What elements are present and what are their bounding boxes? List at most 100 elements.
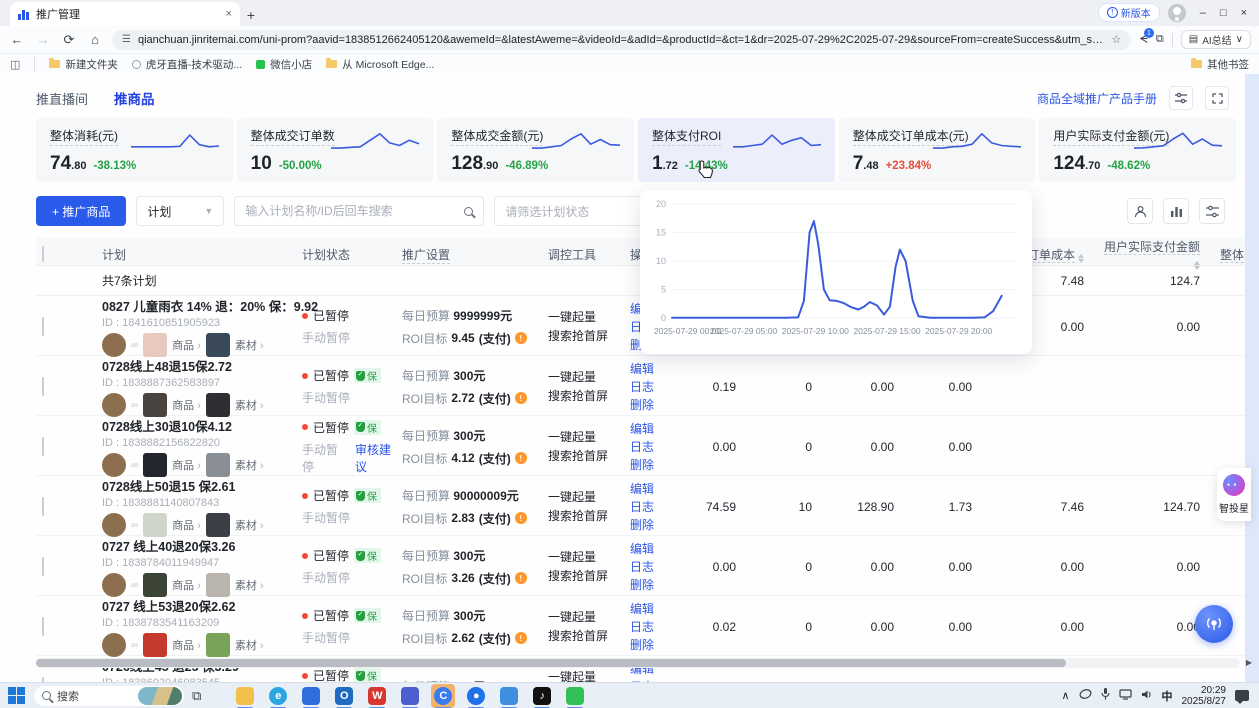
material-link[interactable]: 素材 › bbox=[235, 637, 264, 653]
edit-link[interactable]: 编辑 bbox=[630, 600, 674, 618]
one-key-boost-link[interactable]: 一键起量 bbox=[548, 428, 630, 447]
log-link[interactable]: 日志 bbox=[630, 558, 674, 576]
maximize-button[interactable]: □ bbox=[1220, 7, 1227, 19]
notification-icon[interactable] bbox=[1235, 690, 1249, 701]
other-bookmarks[interactable]: 其他书签 bbox=[1191, 57, 1249, 72]
side-panel-icon[interactable]: ◫ bbox=[10, 58, 20, 71]
one-key-boost-link[interactable]: 一键起量 bbox=[548, 608, 630, 627]
stat-card[interactable]: 整体支付ROI 1.72 -14.43% bbox=[638, 118, 835, 182]
browser-tab[interactable]: 推广管理 × bbox=[10, 2, 240, 26]
product-thumbnail[interactable] bbox=[143, 633, 167, 657]
taskbar-app-app-mobile[interactable] bbox=[497, 684, 521, 708]
taskbar-app-douyin[interactable]: ♪ bbox=[530, 684, 554, 708]
scrollbar-thumb[interactable] bbox=[36, 659, 1066, 667]
material-thumbnail[interactable] bbox=[206, 333, 230, 357]
bookmark-item[interactable]: 新建文件夹 bbox=[49, 57, 118, 72]
forward-icon[interactable]: → bbox=[34, 32, 52, 47]
row-checkbox[interactable] bbox=[42, 617, 44, 636]
home-icon[interactable]: ⌂ bbox=[86, 32, 104, 47]
material-link[interactable]: 素材 › bbox=[235, 337, 264, 353]
delete-link[interactable]: 删除 bbox=[630, 516, 674, 534]
material-link[interactable]: 素材 › bbox=[235, 397, 264, 413]
stat-card[interactable]: 用户实际支付金额(元) 124.70 -48.62% bbox=[1039, 118, 1236, 182]
bookmark-star-icon[interactable]: ☆ bbox=[1111, 33, 1121, 46]
network-icon[interactable] bbox=[1119, 689, 1132, 703]
cast-icon[interactable]: ᗕ1 bbox=[1139, 32, 1148, 47]
taskbar-app-outlook[interactable]: O bbox=[332, 684, 356, 708]
bookmark-item[interactable]: 微信小店 bbox=[256, 57, 312, 72]
material-thumbnail[interactable] bbox=[206, 573, 230, 597]
taskbar-search[interactable]: 搜索 bbox=[34, 686, 184, 706]
taskbar-clock[interactable]: 20:292025/8/27 bbox=[1182, 685, 1227, 707]
material-link[interactable]: 素材 › bbox=[235, 577, 264, 593]
manual-link[interactable]: 商品全域推广产品手册 bbox=[1037, 90, 1157, 107]
taskbar-app-app-circle-blue[interactable]: ● bbox=[464, 684, 488, 708]
sort-icon[interactable] bbox=[1194, 261, 1200, 270]
edit-link[interactable]: 编辑 bbox=[630, 360, 674, 378]
one-key-boost-link[interactable]: 一键起量 bbox=[548, 368, 630, 387]
bookmark-item[interactable]: 从 Microsoft Edge... bbox=[326, 57, 434, 72]
promote-product-button[interactable]: + 推广商品 bbox=[36, 196, 126, 226]
tab-live-room[interactable]: 推直播间 bbox=[36, 89, 88, 108]
material-link[interactable]: 素材 › bbox=[235, 517, 264, 533]
product-thumbnail[interactable] bbox=[143, 573, 167, 597]
audience-button[interactable] bbox=[1127, 198, 1153, 224]
plan-title[interactable]: 0727 线上53退20保2.62 bbox=[102, 596, 302, 615]
taskbar-app-wechat[interactable] bbox=[563, 684, 587, 708]
search-top-link[interactable]: 搜索抢首屏 bbox=[548, 327, 630, 346]
delete-link[interactable]: 删除 bbox=[630, 576, 674, 594]
product-thumbnail[interactable] bbox=[143, 333, 167, 357]
col-metric[interactable]: 用户实际支付金额 bbox=[1102, 238, 1218, 270]
row-checkbox[interactable] bbox=[42, 557, 44, 576]
taskbar-app-edge-browser[interactable]: e bbox=[266, 684, 290, 708]
extensions-icon[interactable]: ⧉ bbox=[1156, 33, 1164, 46]
support-float-button[interactable] bbox=[1195, 605, 1233, 643]
product-thumbnail[interactable] bbox=[143, 453, 167, 477]
stat-card[interactable]: 整体成交订单成本(元) 7.48 +23.84% bbox=[839, 118, 1036, 182]
profile-avatar[interactable] bbox=[1168, 4, 1186, 22]
product-thumbnail[interactable] bbox=[143, 513, 167, 537]
plan-search-input[interactable] bbox=[245, 204, 456, 218]
material-thumbnail[interactable] bbox=[206, 513, 230, 537]
search-top-link[interactable]: 搜索抢首屏 bbox=[548, 387, 630, 406]
plan-title[interactable]: 0728线上48退15保2.72 bbox=[102, 356, 302, 375]
material-thumbnail[interactable] bbox=[206, 453, 230, 477]
plan-title[interactable]: 0728线上50退15 保2.61 bbox=[102, 476, 302, 495]
layout-settings-button[interactable] bbox=[1169, 86, 1193, 110]
site-settings-icon[interactable]: ☰ bbox=[122, 34, 131, 45]
plan-title[interactable]: 0727 线上40退20保3.26 bbox=[102, 536, 302, 555]
horizontal-scrollbar[interactable]: ▶ bbox=[36, 658, 1240, 668]
taskbar-app-wps-office[interactable]: W bbox=[365, 684, 389, 708]
plan-title[interactable]: 0827 儿童雨衣 14% 退：20% 保：9.92 bbox=[102, 296, 302, 315]
material-link[interactable]: 素材 › bbox=[235, 457, 264, 473]
product-link[interactable]: 商品 › bbox=[172, 517, 201, 533]
row-checkbox[interactable] bbox=[42, 437, 44, 456]
url-input[interactable]: ☰ qianchuan.jinritemai.com/uni-prom?aavi… bbox=[112, 30, 1131, 50]
taskbar-app-app-blue[interactable] bbox=[398, 684, 422, 708]
start-button[interactable] bbox=[6, 686, 26, 706]
search-icon[interactable] bbox=[464, 207, 473, 216]
ime-indicator[interactable]: 中 bbox=[1162, 688, 1173, 704]
log-link[interactable]: 日志 bbox=[630, 498, 674, 516]
material-thumbnail[interactable] bbox=[206, 393, 230, 417]
delete-link[interactable]: 删除 bbox=[630, 636, 674, 654]
row-checkbox[interactable] bbox=[42, 677, 44, 683]
ai-summary-chip[interactable]: ▤AI总结∨ bbox=[1181, 30, 1251, 49]
tray-expand-icon[interactable]: ∧ bbox=[1061, 689, 1069, 702]
stat-card[interactable]: 整体成交金额(元) 128.90 -46.89% bbox=[437, 118, 634, 182]
volume-icon[interactable] bbox=[1141, 689, 1153, 703]
edit-link[interactable]: 编辑 bbox=[630, 420, 674, 438]
material-thumbnail[interactable] bbox=[206, 633, 230, 657]
row-checkbox[interactable] bbox=[42, 317, 44, 336]
product-link[interactable]: 商品 › bbox=[172, 397, 201, 413]
sort-icon[interactable] bbox=[1078, 254, 1084, 263]
search-top-link[interactable]: 搜索抢首屏 bbox=[548, 627, 630, 646]
search-top-link[interactable]: 搜索抢首屏 bbox=[548, 447, 630, 466]
tab-product[interactable]: 推商品 bbox=[114, 88, 155, 108]
product-link[interactable]: 商品 › bbox=[172, 457, 201, 473]
edit-link[interactable]: 编辑 bbox=[630, 540, 674, 558]
touchpad-icon[interactable] bbox=[1079, 689, 1092, 702]
one-key-boost-link[interactable]: 一键起量 bbox=[548, 668, 630, 683]
product-thumbnail[interactable] bbox=[143, 393, 167, 417]
log-link[interactable]: 日志 bbox=[630, 618, 674, 636]
